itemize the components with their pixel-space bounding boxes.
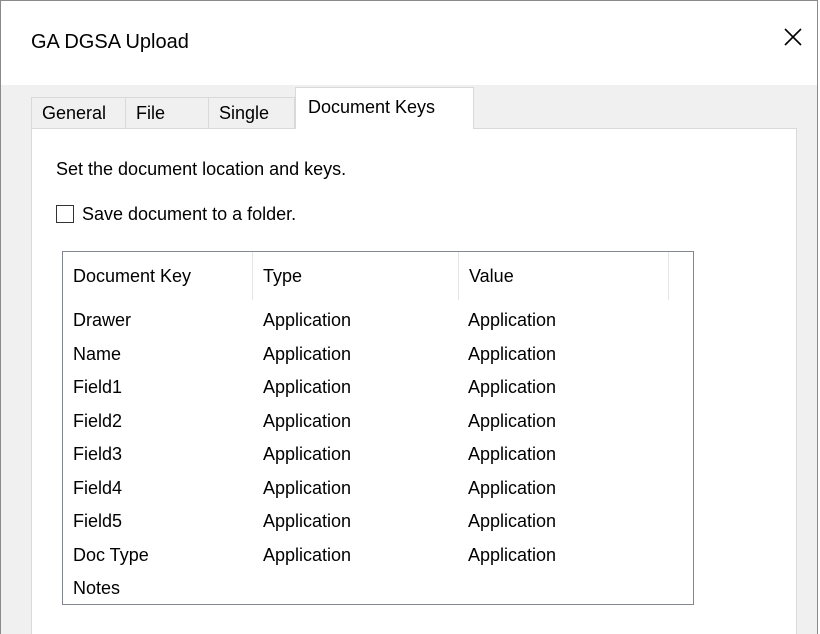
cell-type: Application [263,343,352,364]
cell-value: Application [468,343,557,364]
cell-value: Application [468,444,557,464]
cell-value: Application [468,310,557,330]
window-title: GA DGSA Upload [31,31,189,53]
cell-type: Application [263,377,352,397]
document-keys-panel: Set the document location and keys. Save… [31,128,797,634]
table-row[interactable]: Field5 Application Application [63,506,693,540]
cell-document-key: Field2 [73,410,123,431]
cell-type: Application [263,511,352,531]
save-to-folder-checkbox[interactable] [56,205,74,223]
cell-value: Application [468,410,557,431]
cell-document-key: Field1 [73,377,123,397]
document-keys-list[interactable]: Document Key Type Value Drawer Applicati… [62,251,694,605]
tab-strip: General File Single Document Keys [31,85,791,129]
table-row[interactable]: Field4 Application Application [63,473,693,507]
cell-value: Application [468,477,557,498]
list-body: Drawer Application Application Name Appl… [63,305,693,604]
cell-value: Application [468,544,557,565]
cell-type: Application [263,410,352,431]
table-row[interactable]: Field2 Application Application [63,406,693,440]
cell-value: Application [468,511,557,531]
column-header-type[interactable]: Type [253,252,459,300]
tab-document-keys[interactable]: Document Keys [295,87,474,129]
cell-document-key: Drawer [73,310,132,330]
save-to-folder-option[interactable]: Save document to a folder. [56,201,296,227]
cell-type: Application [263,310,352,330]
close-icon [784,28,802,46]
tab-single[interactable]: Single [208,97,295,128]
instructions-text: Set the document location and keys. [56,159,347,179]
cell-document-key: Notes [73,578,121,598]
list-header: Document Key Type Value [63,252,693,300]
table-row[interactable]: Doc Type Application Application [63,540,693,574]
cell-value: Application [468,377,557,397]
cell-document-key: Field4 [73,477,123,498]
save-to-folder-label[interactable]: Save document to a folder. [82,202,296,226]
cell-document-key: Name [73,343,122,364]
tab-file[interactable]: File [125,97,209,128]
cell-type: Application [263,444,352,464]
column-header-value[interactable]: Value [459,252,669,300]
table-row[interactable]: Name Application Application [63,339,693,373]
table-row[interactable]: Field1 Application Application [63,372,693,406]
cell-document-key: Doc Type [73,544,149,565]
close-button[interactable] [771,15,815,59]
cell-document-key: Field3 [73,444,123,464]
column-header-document-key[interactable]: Document Key [63,252,253,300]
cell-type: Application [263,477,352,498]
table-row[interactable]: Drawer Application Application [63,305,693,339]
cell-type: Application [263,544,352,565]
table-row[interactable]: Field3 Application Application [63,439,693,473]
cell-document-key: Field5 [73,511,123,531]
dialog-window: GA DGSA Upload General File Single Docum… [0,0,818,634]
title-bar: GA DGSA Upload [1,1,817,85]
tab-general[interactable]: General [31,97,126,128]
table-row[interactable]: Notes [63,573,693,604]
